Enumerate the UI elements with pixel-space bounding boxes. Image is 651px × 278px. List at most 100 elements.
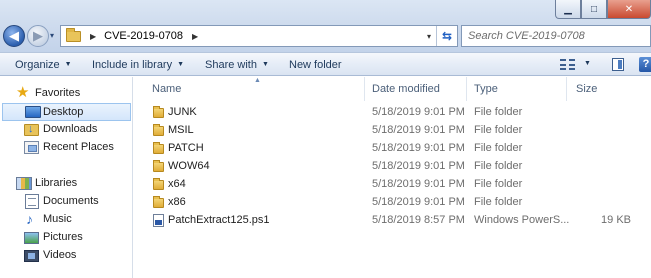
file-type: File folder xyxy=(474,196,523,208)
sidebar-item-label: Music xyxy=(43,213,72,225)
column-header-size[interactable]: Size xyxy=(567,77,651,101)
chevron-down-icon: ▼ xyxy=(261,61,269,68)
file-row-patchextract[interactable]: PatchExtract125.ps1 5/18/2019 8:57 PM Wi… xyxy=(134,212,651,230)
sidebar-item-music[interactable]: ♪ Music xyxy=(0,211,133,229)
file-name: x64 xyxy=(168,178,186,190)
libraries-icon xyxy=(16,177,32,190)
sidebar-item-pictures[interactable]: Pictures xyxy=(0,229,133,247)
breadcrumb-current-folder[interactable]: CVE-2019-0708 xyxy=(104,30,183,42)
new-folder-label: New folder xyxy=(289,58,342,71)
file-row-wow64[interactable]: WOW64 5/18/2019 9:01 PM File folder xyxy=(134,158,651,176)
file-date-modified: 5/18/2019 9:01 PM xyxy=(372,106,465,118)
file-name: WOW64 xyxy=(168,160,210,172)
file-list: ▲ Name Date modified Type Size JUNK 5/18… xyxy=(134,77,651,278)
change-view-icon[interactable] xyxy=(560,58,576,71)
column-header-name[interactable]: Name xyxy=(134,77,365,101)
breadcrumb-separator-icon[interactable]: ▶ xyxy=(192,32,198,41)
help-icon[interactable]: ? xyxy=(639,57,651,72)
sidebar-item-label: Downloads xyxy=(43,123,98,135)
pictures-icon xyxy=(24,232,39,244)
star-icon: ★ xyxy=(16,84,30,101)
file-type: File folder xyxy=(474,160,523,172)
file-name: x86 xyxy=(168,196,186,208)
videos-icon xyxy=(24,250,39,262)
column-header-label: Type xyxy=(474,83,498,95)
file-date-modified: 5/18/2019 8:57 PM xyxy=(372,214,465,226)
back-arrow-icon: ◀ xyxy=(9,28,19,43)
file-row-x86[interactable]: x86 5/18/2019 9:01 PM File folder xyxy=(134,194,651,212)
file-date-modified: 5/18/2019 9:01 PM xyxy=(372,196,465,208)
documents-icon xyxy=(25,194,39,209)
sidebar-item-desktop[interactable]: Desktop xyxy=(2,103,131,121)
maximize-button[interactable]: □ xyxy=(581,0,607,19)
folder-icon xyxy=(153,160,164,172)
breadcrumb-separator-icon[interactable]: ▶ xyxy=(90,32,96,41)
file-row-x64[interactable]: x64 5/18/2019 9:01 PM File folder xyxy=(134,176,651,194)
title-bar: ▁ □ ✕ ◀ ▶ ▾ ▶ CVE-2019-0708 ▶ ▾ ⇆ Search… xyxy=(0,0,651,52)
file-name: MSIL xyxy=(168,124,194,136)
file-date-modified: 5/18/2019 9:01 PM xyxy=(372,160,465,172)
file-type: File folder xyxy=(474,106,523,118)
close-button[interactable]: ✕ xyxy=(607,0,651,19)
window-controls: ▁ □ ✕ xyxy=(555,0,651,20)
organize-menu-button[interactable]: Organize ▼ xyxy=(15,53,72,76)
view-options-dropdown[interactable]: ▼ xyxy=(584,60,591,67)
search-input[interactable]: Search CVE-2019-0708 xyxy=(461,25,651,47)
file-name: PatchExtract125.ps1 xyxy=(168,214,270,226)
file-date-modified: 5/18/2019 9:01 PM xyxy=(372,142,465,154)
share-with-label: Share with xyxy=(205,58,257,71)
recent-pages-dropdown[interactable]: ▾ xyxy=(50,31,54,40)
minimize-button[interactable]: ▁ xyxy=(555,0,581,19)
preview-pane-icon[interactable] xyxy=(612,58,624,71)
refresh-icon: ⇆ xyxy=(441,29,453,43)
sidebar-item-recent-places[interactable]: Recent Places xyxy=(0,139,133,157)
sidebar-item-label: Pictures xyxy=(43,231,83,243)
desktop-icon xyxy=(25,106,41,118)
file-date-modified: 5/18/2019 9:01 PM xyxy=(372,178,465,190)
address-history-dropdown[interactable]: ▾ xyxy=(423,26,435,46)
address-bar[interactable]: ▶ CVE-2019-0708 ▶ ▾ ⇆ xyxy=(60,25,458,47)
include-in-library-label: Include in library xyxy=(92,58,173,71)
folder-icon xyxy=(153,142,164,154)
file-name: PATCH xyxy=(168,142,204,154)
file-type: File folder xyxy=(474,142,523,154)
refresh-button[interactable]: ⇆ xyxy=(436,26,457,46)
file-date-modified: 5/18/2019 9:01 PM xyxy=(372,124,465,136)
file-row-junk[interactable]: JUNK 5/18/2019 9:01 PM File folder xyxy=(134,104,651,122)
sidebar-item-documents[interactable]: Documents xyxy=(0,193,133,211)
column-header-date-modified[interactable]: Date modified xyxy=(365,77,467,101)
command-bar: Organize ▼ Include in library ▼ Share wi… xyxy=(0,52,651,76)
sidebar-item-libraries[interactable]: Libraries xyxy=(0,175,133,193)
folder-icon xyxy=(153,124,164,136)
sidebar-item-label: Videos xyxy=(43,249,77,261)
back-button[interactable]: ◀ xyxy=(3,25,25,47)
organize-label: Organize xyxy=(15,58,60,71)
column-header-label: Name xyxy=(152,83,182,95)
music-icon: ♪ xyxy=(26,211,33,227)
file-type: Windows PowerS... xyxy=(474,214,570,226)
file-row-msil[interactable]: MSIL 5/18/2019 9:01 PM File folder xyxy=(134,122,651,140)
search-placeholder: Search CVE-2019-0708 xyxy=(468,30,585,42)
chevron-down-icon: ▼ xyxy=(177,61,185,68)
file-type: File folder xyxy=(474,124,523,136)
share-with-button[interactable]: Share with ▼ xyxy=(205,53,269,76)
sidebar-item-favorites[interactable]: ★ Favorites xyxy=(0,85,133,103)
column-header-label: Date modified xyxy=(372,83,440,95)
navigation-pane: ★ Favorites Desktop Downloads Recent Pla… xyxy=(0,77,133,278)
sidebar-item-downloads[interactable]: Downloads xyxy=(0,121,133,139)
sidebar-item-videos[interactable]: Videos xyxy=(0,247,133,265)
forward-button[interactable]: ▶ xyxy=(27,25,49,47)
powershell-file-icon xyxy=(153,214,164,227)
forward-arrow-icon: ▶ xyxy=(33,28,43,43)
new-folder-button[interactable]: New folder xyxy=(289,53,342,76)
sidebar-item-label: Documents xyxy=(43,195,99,207)
include-in-library-button[interactable]: Include in library ▼ xyxy=(92,53,184,76)
file-size: 19 KB xyxy=(601,214,631,226)
column-header-type[interactable]: Type xyxy=(467,77,567,101)
sidebar-group-label: Libraries xyxy=(35,177,78,189)
folder-icon xyxy=(66,27,81,42)
file-row-patch[interactable]: PATCH 5/18/2019 9:01 PM File folder xyxy=(134,140,651,158)
file-name: JUNK xyxy=(168,106,197,118)
downloads-icon xyxy=(24,123,39,136)
folder-icon xyxy=(153,106,164,118)
